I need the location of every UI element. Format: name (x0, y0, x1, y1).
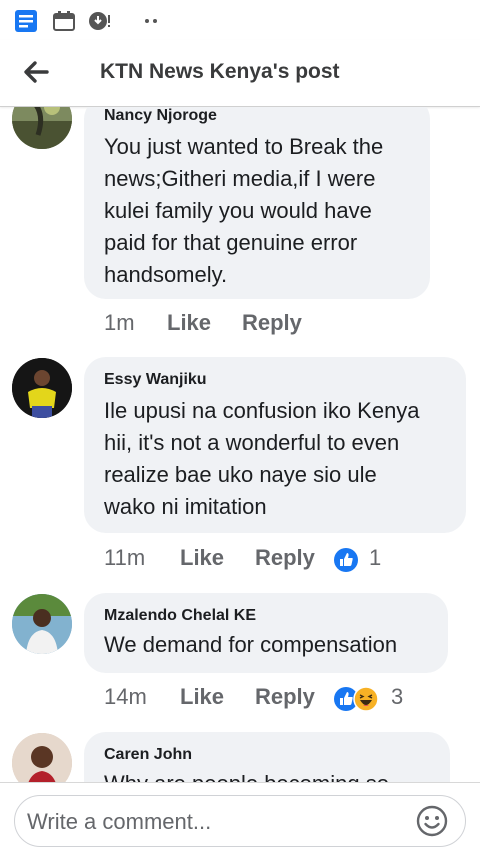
avatar-photo (12, 107, 72, 149)
avatar-photo (12, 358, 72, 418)
comment-author[interactable]: Nancy Njoroge (104, 107, 217, 125)
comment-bubble: Nancy Njoroge You just wanted to Break t… (84, 107, 430, 299)
avatar[interactable] (12, 594, 72, 654)
comment-time: 14m (104, 684, 147, 709)
comment-line: kulei family you would have (104, 198, 372, 223)
comment-line: We demand for compensation (104, 632, 398, 657)
comment-time: 1m (104, 310, 135, 335)
comment-input-box[interactable] (14, 795, 466, 847)
comment-line: Ile upusi na confusion iko Kenya (104, 398, 420, 423)
comment-line: hii, it's not a wonderful to even (104, 430, 400, 455)
haha-reaction-icon[interactable] (353, 686, 379, 712)
comment-bubble: Caren John Why are people becoming so (84, 732, 450, 782)
more-dots-icon (145, 19, 157, 23)
page-title: KTN News Kenya's post (100, 60, 340, 83)
comment-text: You just wanted to Break the news;Gither… (104, 131, 383, 291)
reply-button[interactable]: Reply (255, 545, 315, 571)
comment-line: news;Githeri media,if I were (104, 166, 376, 191)
like-button[interactable]: Like (180, 545, 224, 571)
comment-line: handsomely. (104, 262, 228, 287)
reaction-count[interactable]: 1 (369, 545, 381, 571)
comment-author[interactable]: Mzalendo Chelal KE (104, 607, 256, 625)
like-button[interactable]: Like (180, 684, 224, 710)
avatar-photo (12, 733, 72, 782)
post-header: KTN News Kenya's post (0, 40, 480, 107)
comment-line: Why are people becoming so (104, 768, 389, 782)
status-bar (0, 0, 480, 40)
comment-text: Ile upusi na confusion iko Kenya hii, it… (104, 395, 420, 523)
reaction-count[interactable]: 3 (391, 684, 403, 710)
reply-button[interactable]: Reply (242, 310, 302, 336)
comment-line: paid for that genuine error (104, 230, 358, 255)
reply-button[interactable]: Reply (255, 684, 315, 710)
calendar-icon (53, 11, 75, 31)
comment-author[interactable]: Essy Wanjiku (104, 371, 207, 389)
comment-input[interactable] (25, 804, 399, 840)
comment-line: realize bae uko naye sio ule (104, 462, 377, 487)
comments-list[interactable]: Nancy Njoroge You just wanted to Break t… (0, 107, 480, 782)
avatar[interactable] (12, 733, 72, 782)
like-button[interactable]: Like (167, 310, 211, 336)
comment-text: Why are people becoming so (104, 768, 389, 782)
avatar-photo (12, 594, 72, 654)
comment-composer (0, 782, 480, 855)
emoji-icon[interactable] (415, 804, 449, 838)
avatar[interactable] (12, 358, 72, 418)
comment-line: wako ni imitation (104, 494, 267, 519)
comment-line: You just wanted to Break the (104, 134, 384, 159)
like-reaction-icon[interactable] (333, 547, 359, 573)
avatar[interactable] (12, 107, 72, 149)
download-icon (89, 12, 110, 30)
comment-author[interactable]: Caren John (104, 746, 192, 764)
comment-bubble: Essy Wanjiku Ile upusi na confusion iko … (84, 357, 466, 533)
comment-bubble: Mzalendo Chelal KE We demand for compens… (84, 593, 448, 673)
back-arrow-icon[interactable] (20, 56, 52, 88)
news-feed-icon (15, 10, 37, 32)
comment-text: We demand for compensation (104, 629, 397, 661)
comment-time: 11m (104, 545, 146, 570)
